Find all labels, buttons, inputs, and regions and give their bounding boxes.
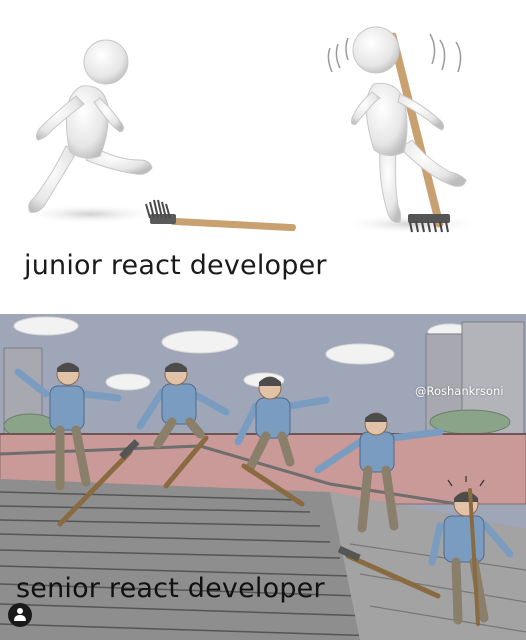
junior-caption: junior react developer — [24, 250, 327, 281]
avatar-head — [17, 608, 23, 614]
watermark: @Roshankrsoni — [415, 384, 504, 398]
person-avatar-icon — [8, 603, 32, 627]
figure-walking — [20, 39, 160, 224]
meme-image: junior react developer @Roshankrsoni sen… — [0, 0, 526, 640]
senior-caption: senior react developer — [16, 573, 325, 604]
avatar-shoulders — [14, 615, 26, 621]
rake-on-ground — [145, 199, 296, 232]
figure-hit-by-rake — [327, 26, 482, 234]
